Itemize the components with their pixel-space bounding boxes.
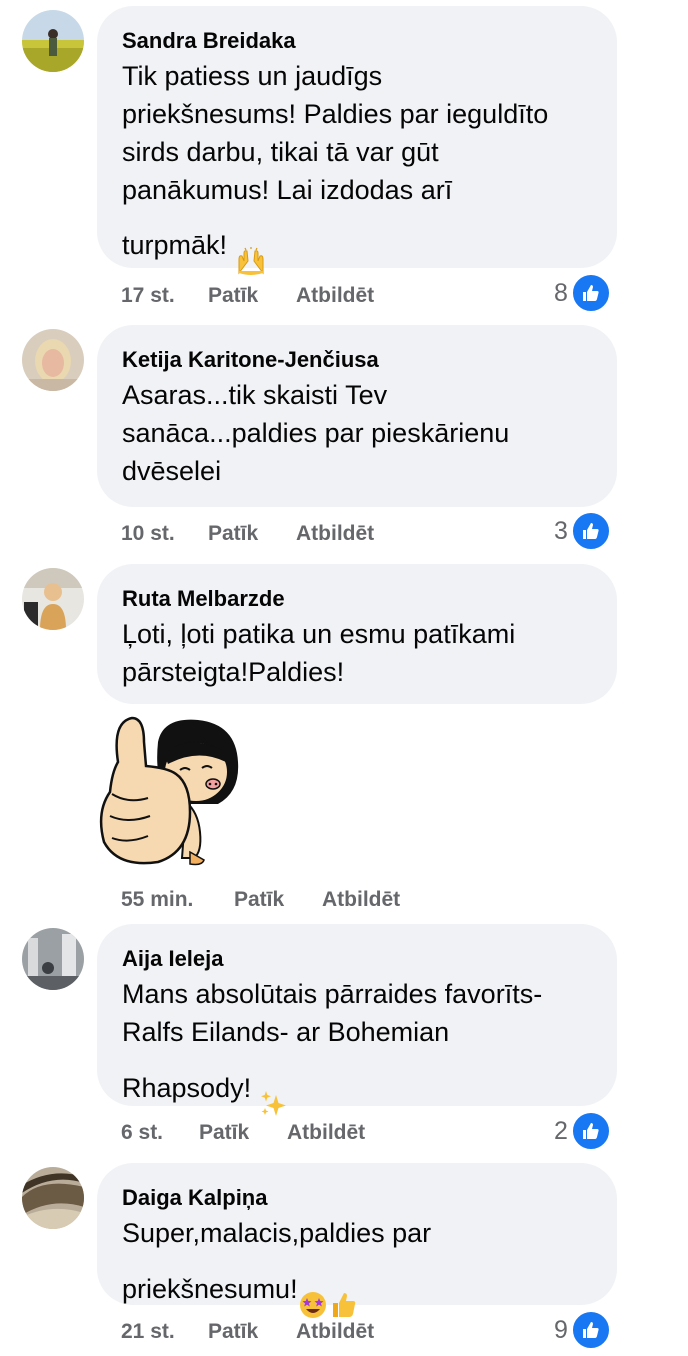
thumbs-up-icon [569, 272, 612, 314]
like-button[interactable]: Patīk [208, 521, 258, 547]
reaction-summary[interactable]: 2 [554, 1110, 612, 1152]
reaction-count: 3 [554, 516, 568, 545]
reaction-summary[interactable]: 8 [554, 272, 612, 314]
like-button[interactable]: Patīk [199, 1120, 249, 1146]
avatar[interactable] [22, 568, 84, 630]
comment-bubble: Daiga Kalpiņa Super,malacis,paldies par … [97, 1163, 617, 1318]
comment-text: Mans absolūtais pārraides favorīts- Ralf… [122, 975, 591, 1129]
reaction-count: 8 [554, 278, 568, 307]
thumbs-up-icon [569, 1309, 612, 1351]
reaction-summary[interactable]: 3 [554, 510, 612, 552]
comment-author[interactable]: Daiga Kalpiņa [122, 1185, 591, 1211]
comment-bubble: Ketija Karitone-Jenčiusa Asaras...tik sk… [97, 325, 617, 507]
comment-text: Super,malacis,paldies par priekšnesumu! [122, 1214, 591, 1330]
comment-bubble: Ruta Melbarzde Ļoti, ļoti patika un esmu… [97, 564, 617, 704]
comment-bubble: Sandra Breidaka Tik patiess un jaudīgs p… [97, 6, 617, 275]
reaction-count: 9 [554, 1315, 568, 1344]
comment-text: Asaras...tik skaisti Tev sanāca...paldie… [122, 380, 510, 486]
sparkles-emoji-icon [259, 1051, 289, 1129]
thumbs-up-icon [569, 1110, 612, 1152]
like-button[interactable]: Patīk [208, 1319, 258, 1345]
comment-text: Tik patiess un jaudīgs priekšnesums! Pal… [122, 57, 591, 285]
comment-author[interactable]: Ruta Melbarzde [122, 586, 591, 612]
avatar[interactable] [22, 1167, 84, 1229]
reaction-summary[interactable]: 9 [554, 1309, 612, 1351]
reply-button[interactable]: Atbildēt [296, 521, 374, 547]
comment-timestamp[interactable]: 55 min. [121, 887, 193, 913]
reply-button[interactable]: Atbildēt [296, 283, 374, 309]
reaction-count: 2 [554, 1116, 568, 1145]
comment-timestamp[interactable]: 21 st. [121, 1319, 175, 1345]
comment-timestamp[interactable]: 10 st. [121, 521, 175, 547]
like-button[interactable]: Patīk [208, 283, 258, 309]
comment-bubble: Aija Ieleja Mans absolūtais pārraides fa… [97, 924, 617, 1116]
like-button[interactable]: Patīk [234, 887, 284, 913]
thumbs-up-girl-sticker-icon [98, 712, 248, 872]
avatar[interactable] [22, 928, 84, 990]
raised-hands-emoji-icon [235, 209, 267, 285]
reply-button[interactable]: Atbildēt [296, 1319, 374, 1345]
avatar[interactable] [22, 10, 84, 72]
comment-text: Ļoti, ļoti patika un esmu patīkami pārst… [122, 619, 516, 687]
comment-author[interactable]: Sandra Breidaka [122, 28, 591, 54]
comment-author[interactable]: Aija Ieleja [122, 946, 591, 972]
avatar[interactable] [22, 329, 84, 391]
thumbs-up-icon [569, 510, 612, 552]
comment-author[interactable]: Ketija Karitone-Jenčiusa [122, 347, 591, 373]
comment-timestamp[interactable]: 6 st. [121, 1120, 163, 1146]
reply-button[interactable]: Atbildēt [287, 1120, 365, 1146]
reply-button[interactable]: Atbildēt [322, 887, 400, 913]
comment-timestamp[interactable]: 17 st. [121, 283, 175, 309]
